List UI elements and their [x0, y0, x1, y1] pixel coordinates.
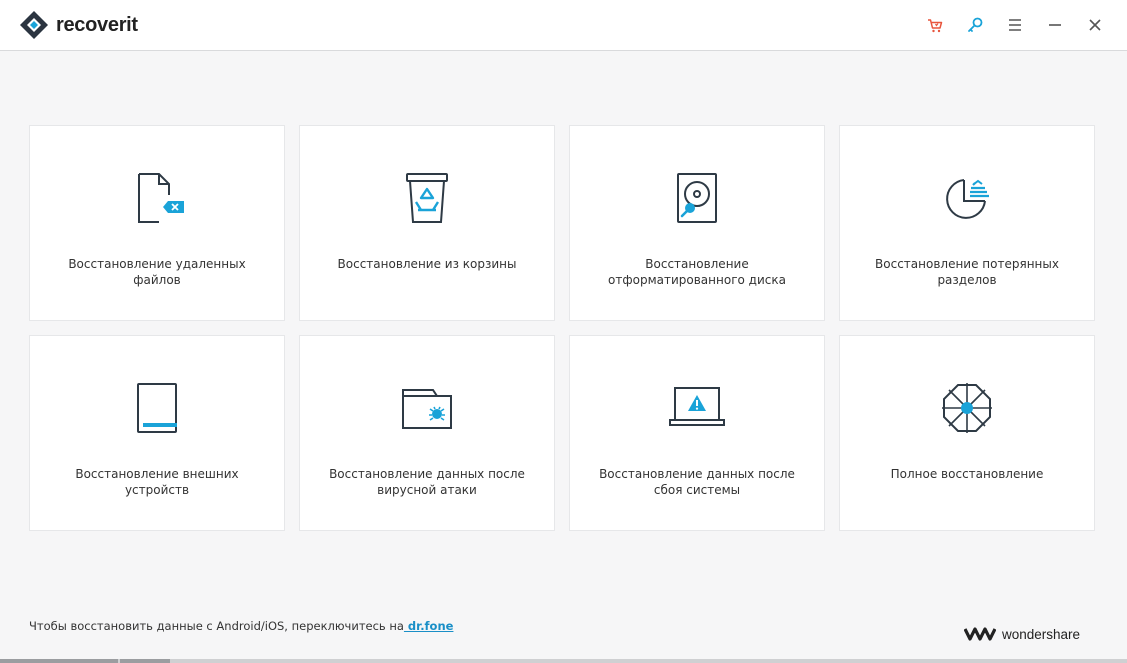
card-label: Восстановление из корзины [337, 257, 517, 271]
close-icon [1089, 19, 1101, 31]
footer-hint-text: Чтобы восстановить данные с Android/iOS,… [29, 619, 404, 633]
virus-folder-icon [402, 389, 452, 429]
wondershare-brand: wondershare [964, 626, 1080, 642]
card-external-device[interactable]: Восстановление внешних устройств [29, 335, 285, 531]
full-recovery-icon [942, 383, 992, 433]
cart-icon [928, 19, 943, 33]
card-label: Восстановление внешних устройств [75, 467, 239, 497]
brand-name: wondershare [1002, 626, 1081, 642]
menu-button[interactable] [995, 13, 1035, 37]
footer-hint: Чтобы восстановить данные с Android/iOS,… [29, 619, 453, 633]
card-label: Полное восстановление [890, 467, 1044, 481]
title-bar: recoverit [0, 0, 1127, 51]
external-device-icon [137, 383, 177, 433]
bottom-strip [0, 659, 1127, 663]
card-system-crash[interactable]: Восстановление данных после сбоя системы [569, 335, 825, 531]
card-virus-attack[interactable]: Восстановление данных после вирусной ата… [299, 335, 555, 531]
card-full-recovery[interactable]: Полное восстановление [839, 335, 1095, 531]
card-label: Восстановление данных после сбоя системы [599, 467, 795, 497]
register-button[interactable] [955, 13, 995, 37]
system-crash-icon [669, 387, 725, 426]
cart-button[interactable] [915, 13, 955, 37]
deleted-file-icon [138, 173, 184, 223]
app-name: recoverit [56, 13, 138, 36]
app-logo: recoverit [18, 9, 138, 41]
card-lost-partition[interactable]: Восстановление потерянных разделов [839, 125, 1095, 321]
card-deleted-files[interactable]: Восстановление удаленных файлов [29, 125, 285, 321]
card-formatted-disk[interactable]: Восстановление отформатированного диска [569, 125, 825, 321]
menu-icon [1009, 19, 1021, 31]
drfone-link[interactable]: dr.fone [404, 619, 454, 633]
card-label: Восстановление удаленных файлов [68, 257, 246, 287]
card-label: Восстановление потерянных разделов [875, 257, 1059, 287]
wondershare-logo-icon [964, 627, 996, 641]
card-label: Восстановление отформатированного диска [608, 257, 786, 287]
key-icon [968, 17, 983, 32]
card-label: Восстановление данных после вирусной ата… [329, 467, 525, 497]
recoverit-logo-icon [20, 11, 48, 39]
formatted-disk-icon [677, 173, 717, 223]
card-recycle-bin[interactable]: Восстановление из корзины [299, 125, 555, 321]
recycle-bin-icon [406, 173, 448, 223]
minimize-button[interactable] [1035, 13, 1075, 37]
close-button[interactable] [1075, 13, 1115, 37]
minimize-icon [1049, 24, 1061, 26]
lost-partition-icon [946, 179, 989, 219]
